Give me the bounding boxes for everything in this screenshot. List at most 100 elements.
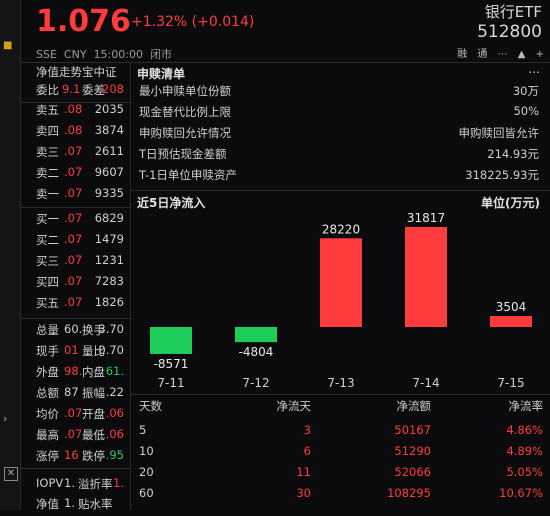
column-header: 净流额 <box>396 399 432 413</box>
stat-value: .95 <box>105 448 124 462</box>
redemption-value: 318225.93元 <box>465 168 539 182</box>
table-cell: 11 <box>296 465 311 479</box>
table-cell: 50167 <box>394 423 431 437</box>
redemption-key: T-1日单位申赎资产 <box>139 168 237 182</box>
bid-level-row[interactable]: 买五 .07 1826 <box>20 295 128 315</box>
ask-level-row[interactable]: 卖二 .07 9607 <box>20 165 128 185</box>
iopv-value: 1. <box>113 476 124 490</box>
stat-row: 现手 01 量比 0.70 <box>20 343 128 363</box>
level-label: 卖五 <box>36 103 59 117</box>
market-info: SSE CNY 15:00:00 闭市 <box>36 46 172 62</box>
connect-icon[interactable]: 通 <box>477 45 487 60</box>
table-cell: 10.67% <box>499 486 543 500</box>
stat-row: 外盘 98. 内盘 61. <box>20 364 128 384</box>
x-tick-label: 7-12 <box>242 376 269 390</box>
stat-label: 均价 <box>36 407 59 421</box>
ratio-value: 9.1 <box>62 82 81 96</box>
level-volume: 9607 <box>94 165 124 179</box>
bar-7-11[interactable] <box>150 327 192 354</box>
x-tick-label: 7-13 <box>327 376 354 390</box>
expand-arrow-icon[interactable]: › <box>3 412 7 425</box>
level-label: 卖三 <box>36 145 59 159</box>
data-label: -4804 <box>239 345 274 359</box>
redemption-row: 现金替代比例上限 50% <box>139 104 539 125</box>
bid-level-row[interactable]: 买一 .07 6829 <box>20 211 128 231</box>
data-label: 31817 <box>407 211 445 225</box>
stat-value: 0.70 <box>98 343 124 357</box>
stat-label: 现手 <box>36 344 59 358</box>
table-row[interactable]: 20 11 52066 5.05% <box>131 465 550 486</box>
left-toolbar: › ✕ ■ <box>0 0 21 510</box>
column-header: 净流率 <box>508 399 544 413</box>
alert-icon[interactable]: ▲ <box>518 49 526 60</box>
table-cell: 30 <box>296 486 311 500</box>
redemption-key: 申购赎回允许情况 <box>139 126 231 140</box>
add-watchlist-icon[interactable]: + <box>536 49 544 60</box>
table-row[interactable]: 10 6 51290 4.89% <box>131 444 550 465</box>
ask-level-row[interactable]: 卖五 .08 2035 <box>20 102 128 122</box>
table-row[interactable]: 5 3 50167 4.86% <box>131 423 550 444</box>
stat-label: 总量 <box>36 323 59 337</box>
net-inflow-chart: 近5日净流入 单位(万元) -8571 7-11 -4804 7-12 28220 7-1… <box>131 190 550 391</box>
redemption-more-button[interactable]: ... <box>529 62 540 76</box>
stat-label: 涨停 <box>36 449 59 463</box>
stat-label: 最低 <box>82 428 105 442</box>
redemption-list: 申赎清单 ... 最小申赎单位份额 30万 现金替代比例上限 50% 申购赎回允许情况申… <box>131 62 550 190</box>
stat-row: 总额 87 振幅 .22 <box>20 385 128 405</box>
stat-value: 3.70 <box>98 322 124 336</box>
close-icon[interactable]: ✕ <box>4 467 18 481</box>
stat-label: 最高 <box>36 428 59 442</box>
margin-icon[interactable]: 融 <box>457 45 467 60</box>
stat-value: .07 <box>64 406 83 420</box>
order-book-title[interactable]: 净值走势宝中证 <box>36 64 117 80</box>
level-price: .08 <box>64 102 83 116</box>
bid-level-row[interactable]: 买二 .07 1479 <box>20 232 128 252</box>
table-cell: 60 <box>139 486 154 500</box>
bar-7-12[interactable] <box>235 327 277 343</box>
level-volume: 1231 <box>94 253 124 267</box>
ratio-label: 委比 <box>36 83 59 97</box>
x-tick-label: 7-15 <box>497 376 524 390</box>
exchange-label: SSE <box>36 48 57 61</box>
table-row[interactable]: 60 30 108295 10.67% <box>131 486 550 507</box>
level-price: .07 <box>64 165 83 179</box>
stat-label: 总额 <box>36 386 59 400</box>
more-icon[interactable]: ⋯ <box>498 49 508 60</box>
ask-level-row[interactable]: 卖一 .07 9335 <box>20 186 128 206</box>
stat-value: 87 <box>64 385 79 399</box>
ask-level-row[interactable]: 卖四 .08 3874 <box>20 123 128 143</box>
table-cell: 6 <box>303 444 311 458</box>
bar-7-15[interactable] <box>490 315 532 327</box>
level-label: 卖一 <box>36 187 59 201</box>
level-volume: 2611 <box>94 144 124 158</box>
level-price: .08 <box>64 123 83 137</box>
redemption-key: 现金替代比例上限 <box>139 105 231 119</box>
redemption-row: T-1日单位申赎资产 318225.93元 <box>139 167 539 188</box>
bid-level-row[interactable]: 买三 .07 1231 <box>20 253 128 273</box>
bid-level-row[interactable]: 买四 .07 7283 <box>20 274 128 294</box>
currency-label: CNY <box>63 48 87 61</box>
redemption-value: 申购赎回皆允许 <box>458 126 540 140</box>
stat-label: 开盘 <box>82 407 105 421</box>
level-volume: 3874 <box>94 123 124 137</box>
last-price: 1.076 <box>36 4 131 39</box>
price-change: +1.32% (+0.014) <box>131 14 255 30</box>
level-volume: 9335 <box>94 186 124 200</box>
redemption-row: 申购赎回允许情况 申购赎回皆允许 <box>139 125 539 146</box>
level-price: .07 <box>64 295 83 309</box>
level-price: .07 <box>64 253 83 267</box>
bar-7-13[interactable] <box>320 238 362 327</box>
level-label: 卖二 <box>36 166 59 180</box>
stat-row: 涨停 16 跌停 .95 <box>20 448 128 468</box>
bar-7-14[interactable] <box>405 227 447 327</box>
stat-row: 均价 .07 开盘 .06 <box>20 406 128 426</box>
column-header: 净流天 <box>276 399 312 413</box>
time-label: 15:00:00 <box>93 48 143 61</box>
ask-level-row[interactable]: 卖三 .07 2611 <box>20 144 128 164</box>
stat-label: 外盘 <box>36 365 59 379</box>
x-tick-label: 7-14 <box>412 376 439 390</box>
lock-icon[interactable]: ■ <box>3 40 12 51</box>
stat-value: 01 <box>64 343 79 357</box>
redemption-title: 申赎清单 <box>137 67 186 81</box>
stat-label: 振幅 <box>82 386 105 400</box>
